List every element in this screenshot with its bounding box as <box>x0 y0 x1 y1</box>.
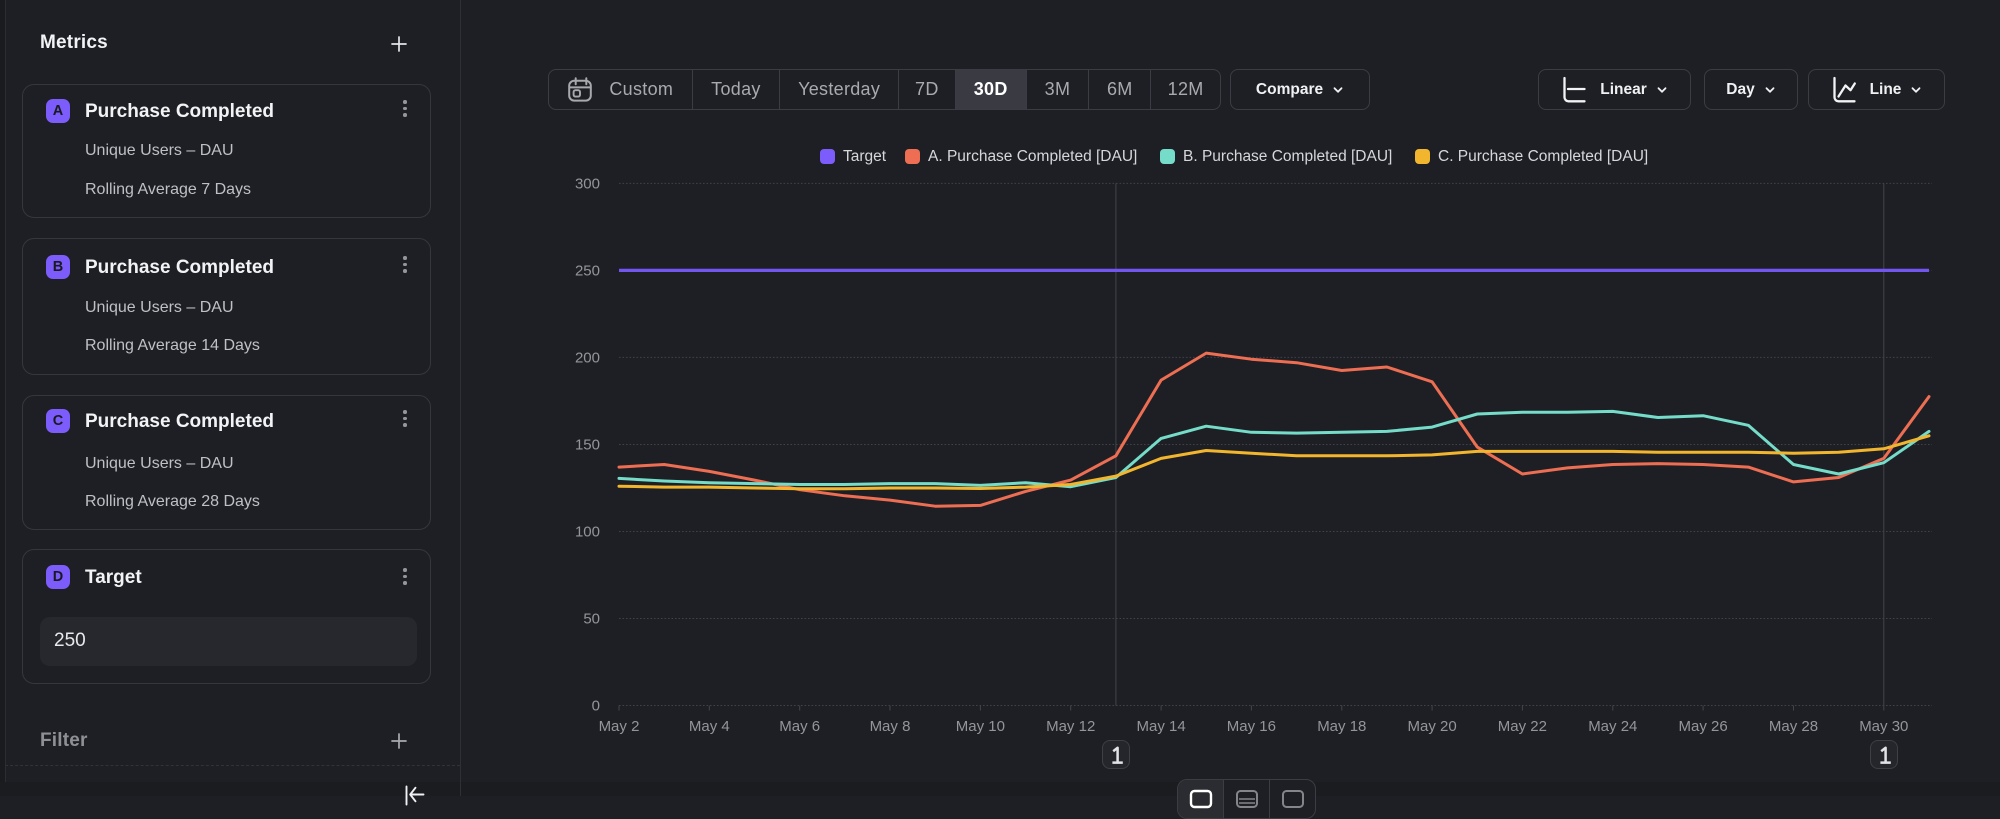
svg-text:250: 250 <box>575 262 600 279</box>
svg-text:May 4: May 4 <box>689 718 730 735</box>
svg-text:May 28: May 28 <box>1769 718 1818 735</box>
svg-text:May 6: May 6 <box>779 718 820 735</box>
svg-text:May 10: May 10 <box>956 718 1005 735</box>
svg-text:May 26: May 26 <box>1678 718 1727 735</box>
svg-text:50: 50 <box>583 611 600 628</box>
svg-text:100: 100 <box>575 524 600 541</box>
svg-text:0: 0 <box>592 698 600 715</box>
svg-text:May 22: May 22 <box>1498 718 1547 735</box>
svg-text:150: 150 <box>575 437 600 454</box>
svg-text:May 14: May 14 <box>1136 718 1185 735</box>
svg-text:May 24: May 24 <box>1588 718 1637 735</box>
svg-text:May 8: May 8 <box>870 718 911 735</box>
svg-text:May 18: May 18 <box>1317 718 1366 735</box>
svg-text:200: 200 <box>575 349 600 366</box>
svg-text:May 12: May 12 <box>1046 718 1095 735</box>
svg-text:May 2: May 2 <box>599 718 640 735</box>
svg-text:May 30: May 30 <box>1859 718 1908 735</box>
svg-text:May 16: May 16 <box>1227 718 1276 735</box>
svg-text:May 20: May 20 <box>1407 718 1456 735</box>
svg-text:300: 300 <box>575 175 600 192</box>
